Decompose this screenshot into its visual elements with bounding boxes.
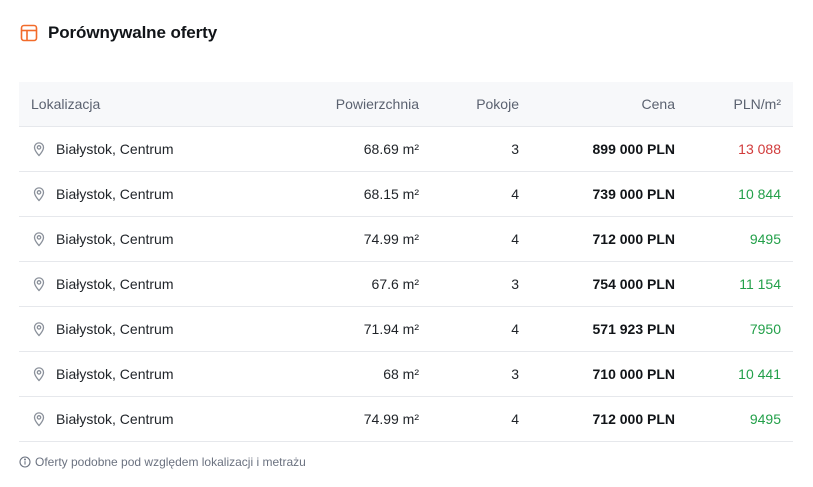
column-header-price-per-m2: PLN/m² [687,82,793,127]
area-cell: 74.99 m² [319,216,431,262]
location-cell: Białystok, Centrum [19,171,319,217]
price-cell: 571 923 PLN [531,306,687,352]
map-pin-icon [31,186,47,202]
location-text: Białystok, Centrum [56,275,174,292]
map-pin-icon [31,276,47,292]
footnote: Oferty podobne pod względem lokalizacji … [19,455,306,469]
map-pin-icon [31,366,47,382]
area-cell: 74.99 m² [319,396,431,442]
area-cell: 71.94 m² [319,306,431,352]
comparable-offers-table: Lokalizacja Powierzchnia Pokoje Cena PLN… [19,82,793,442]
map-pin-icon [31,411,47,427]
rooms-cell: 3 [431,351,531,397]
location-text: Białystok, Centrum [56,410,174,427]
table-row: Białystok, Centrum 74.99 m² 4 712 000 PLN 94… [19,396,793,442]
price-cell: 712 000 PLN [531,396,687,442]
column-header-location: Lokalizacja [19,82,319,127]
map-pin-icon [31,141,47,157]
price-cell: 899 000 PLN [531,126,687,172]
table-row: Białystok, Centrum 68.69 m² 3 899 000 PLN 13… [19,126,793,172]
table-row: Białystok, Centrum 68 m² 3 710 000 PLN 10 44… [19,351,793,397]
price-per-m2-cell: 11 154 [687,261,793,307]
page-title: Porównywalne oferty [48,23,218,42]
area-cell: 68 m² [319,351,431,397]
table-row: Białystok, Centrum 67.6 m² 3 754 000 PLN 11 … [19,261,793,307]
rooms-cell: 3 [431,261,531,307]
area-cell: 68.69 m² [319,126,431,172]
rooms-cell: 3 [431,126,531,172]
location-cell: Białystok, Centrum [19,306,319,352]
location-text: Białystok, Centrum [56,140,174,157]
table-row: Białystok, Centrum 68.15 m² 4 739 000 PLN 10… [19,171,793,217]
price-per-m2-cell: 9495 [687,396,793,442]
rooms-cell: 4 [431,171,531,217]
location-text: Białystok, Centrum [56,185,174,202]
map-pin-icon [31,231,47,247]
footnote-text: Oferty podobne pod względem lokalizacji … [35,455,306,469]
rooms-cell: 4 [431,396,531,442]
table-row: Białystok, Centrum 74.99 m² 4 712 000 PLN 94… [19,216,793,262]
table-row: Białystok, Centrum 71.94 m² 4 571 923 PLN 79… [19,306,793,352]
price-cell: 739 000 PLN [531,171,687,217]
info-icon [19,456,31,468]
column-header-rooms: Pokoje [431,82,531,127]
location-cell: Białystok, Centrum [19,216,319,262]
price-cell: 710 000 PLN [531,351,687,397]
table-icon [20,24,38,42]
area-cell: 67.6 m² [319,261,431,307]
table-header-row: Lokalizacja Powierzchnia Pokoje Cena PLN… [19,82,793,127]
price-per-m2-cell: 10 844 [687,171,793,217]
location-text: Białystok, Centrum [56,230,174,247]
section-header: Porównywalne oferty [20,22,217,44]
area-cell: 68.15 m² [319,171,431,217]
location-cell: Białystok, Centrum [19,261,319,307]
price-cell: 754 000 PLN [531,261,687,307]
price-per-m2-cell: 9495 [687,216,793,262]
price-cell: 712 000 PLN [531,216,687,262]
location-text: Białystok, Centrum [56,320,174,337]
price-per-m2-cell: 13 088 [687,126,793,172]
map-pin-icon [31,321,47,337]
location-cell: Białystok, Centrum [19,351,319,397]
column-header-area: Powierzchnia [319,82,431,127]
location-text: Białystok, Centrum [56,365,174,382]
location-cell: Białystok, Centrum [19,396,319,442]
price-per-m2-cell: 10 441 [687,351,793,397]
column-header-price: Cena [531,82,687,127]
rooms-cell: 4 [431,216,531,262]
rooms-cell: 4 [431,306,531,352]
price-per-m2-cell: 7950 [687,306,793,352]
location-cell: Białystok, Centrum [19,126,319,172]
